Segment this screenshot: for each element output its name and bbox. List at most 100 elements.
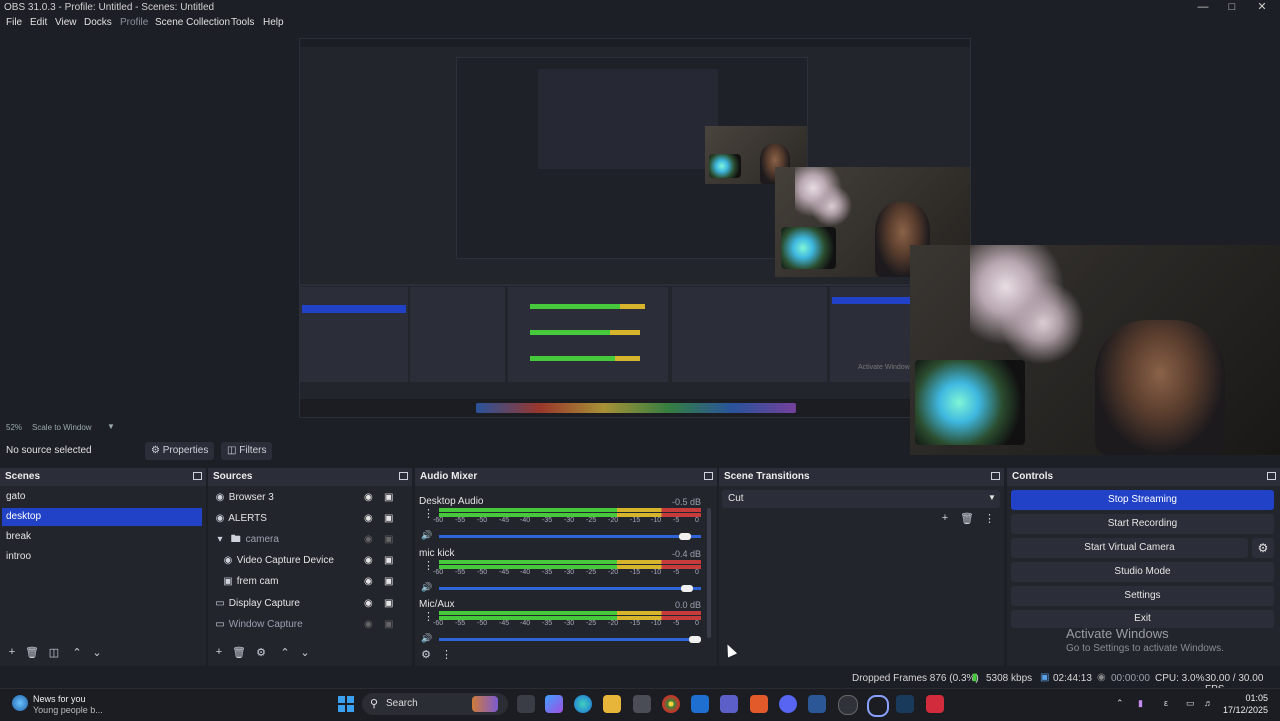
add-transition-icon[interactable]: + [938, 512, 952, 524]
source-row[interactable]: ▭ Display Capture ◉ ▣ [214, 595, 404, 613]
stop-streaming-button[interactable]: Stop Streaming [1011, 490, 1274, 510]
file-explorer-icon[interactable] [603, 695, 621, 713]
eye-off-icon[interactable]: ◉ [364, 531, 373, 549]
menu-file[interactable]: File [6, 17, 22, 28]
news-icon[interactable] [12, 695, 28, 711]
menu-tools[interactable]: Tools [231, 17, 254, 28]
add-source-icon[interactable]: + [212, 646, 226, 658]
lock-icon[interactable]: ▣ [384, 552, 393, 570]
undock-icon[interactable] [193, 472, 202, 480]
eye-icon[interactable]: ◉ [364, 552, 373, 570]
taskbar-search[interactable]: ⚲ Search [362, 693, 508, 715]
undock-icon[interactable] [1267, 472, 1276, 480]
volume-slider-handle[interactable] [689, 636, 701, 643]
start-virtual-camera-button[interactable]: Start Virtual Camera [1011, 538, 1248, 558]
news-title[interactable]: News for you [33, 694, 86, 704]
volume-slider-handle[interactable] [681, 585, 693, 592]
eye-icon[interactable]: ◉ [364, 573, 373, 591]
clock-date[interactable]: 17/12/2025 [1222, 705, 1268, 715]
menu-profile[interactable]: Profile [120, 17, 148, 28]
copilot-icon[interactable] [545, 695, 563, 713]
volume-slider-handle[interactable] [679, 533, 691, 540]
chrome-icon[interactable] [662, 695, 680, 713]
chevron-down-icon[interactable]: ▾ [214, 531, 226, 549]
mic-icon[interactable]: ▮ [1138, 698, 1143, 709]
arrow-up-icon[interactable]: ⌃ [278, 646, 292, 659]
gear-icon[interactable]: ⚙ [1252, 538, 1274, 558]
trash-icon[interactable]: 🗑 [25, 646, 39, 659]
menu-dots-icon[interactable]: ⋮ [984, 512, 995, 525]
arrow-up-icon[interactable]: ⌃ [70, 646, 84, 659]
undock-icon[interactable] [399, 472, 408, 480]
volume-icon[interactable]: ♬ [1204, 698, 1213, 708]
menu-view[interactable]: View [55, 17, 77, 28]
arrow-down-icon[interactable]: ⌄ [90, 646, 104, 659]
network-icon[interactable]: ▭ [1186, 698, 1195, 709]
lock-icon[interactable]: ▣ [384, 595, 393, 613]
menu-help[interactable]: Help [263, 17, 284, 28]
speaker-icon[interactable]: 🔊 [421, 530, 433, 541]
transition-select[interactable]: Cut ▼ [722, 490, 1000, 508]
mixer-scrollbar[interactable] [707, 508, 711, 638]
settings-button[interactable]: Settings [1011, 586, 1274, 606]
start-recording-button[interactable]: Start Recording [1011, 514, 1274, 534]
volume-slider[interactable] [439, 535, 701, 538]
source-row-group[interactable]: ▾ 🖿 camera ◉ ▣ [214, 531, 404, 549]
scene-item-desktop[interactable]: desktop [2, 508, 202, 526]
chevron-down-icon[interactable]: ▼ [107, 422, 115, 431]
trash-icon[interactable]: 🗑 [232, 646, 246, 659]
lock-icon[interactable]: ▣ [384, 616, 393, 634]
menu-edit[interactable]: Edit [30, 17, 47, 28]
scene-item-gato[interactable]: gato [2, 488, 202, 506]
teams-icon[interactable] [720, 695, 738, 713]
volume-slider[interactable] [439, 638, 701, 641]
properties-button[interactable]: ⚙ Properties [145, 442, 215, 460]
gear-icon[interactable]: ⚙ [419, 648, 433, 661]
scale-mode-select[interactable]: Scale to Window [32, 423, 92, 432]
gear-icon[interactable]: ⚙ [254, 646, 268, 659]
menu-dots-icon[interactable]: ⋮ [441, 648, 452, 661]
obs-icon[interactable] [838, 695, 858, 715]
store-icon[interactable] [633, 695, 651, 713]
lock-icon[interactable]: ▣ [384, 573, 393, 591]
menu-dots-icon[interactable]: ⋮ [423, 507, 434, 520]
menu-dots-icon[interactable]: ⋮ [423, 559, 434, 572]
maximize-icon[interactable]: □ [1217, 0, 1247, 16]
eye-icon[interactable]: ◉ [364, 510, 373, 528]
outlook-icon[interactable] [691, 695, 709, 713]
menu-dots-icon[interactable]: ⋮ [423, 610, 434, 623]
steam-icon[interactable] [896, 695, 914, 713]
source-row[interactable]: ▣ frem cam ◉ ▣ [222, 573, 404, 591]
studio-mode-button[interactable]: Studio Mode [1011, 562, 1274, 582]
source-row[interactable]: ◉ Video Capture Device ◉ ▣ [222, 552, 404, 570]
task-view-icon[interactable] [517, 695, 535, 713]
brave-icon[interactable] [750, 695, 768, 713]
edge-icon[interactable] [574, 695, 592, 713]
eye-icon[interactable]: ◉ [364, 595, 373, 613]
speaker-icon[interactable]: 🔊 [421, 633, 433, 644]
volume-slider[interactable] [439, 587, 701, 590]
lock-icon[interactable]: ▣ [384, 531, 393, 549]
trash-icon[interactable]: 🗑 [960, 512, 974, 525]
scene-item-break[interactable]: break [2, 528, 202, 546]
source-row[interactable]: ◉ Browser 3 ◉ ▣ [214, 489, 404, 507]
add-scene-icon[interactable]: + [5, 646, 19, 658]
arrow-down-icon[interactable]: ⌄ [298, 646, 312, 659]
close-icon[interactable]: ✕ [1247, 0, 1277, 16]
minimize-icon[interactable]: — [1188, 0, 1218, 16]
source-row[interactable]: ◉ ALERTS ◉ ▣ [214, 510, 404, 528]
speaker-icon[interactable]: 🔊 [421, 582, 433, 593]
app-red-icon[interactable] [926, 695, 944, 713]
windows-start-icon[interactable] [338, 696, 354, 712]
discord-icon[interactable] [779, 695, 797, 713]
source-row[interactable]: ▭ Window Capture ◉ ▣ [214, 616, 404, 634]
app-icon[interactable] [867, 695, 889, 717]
lock-icon[interactable]: ▣ [384, 510, 393, 528]
eye-icon[interactable]: ◉ [364, 489, 373, 507]
word-icon[interactable] [808, 695, 826, 713]
tray-chevron-icon[interactable]: ⌃ [1116, 698, 1124, 709]
filters-button[interactable]: ◫ Filters [221, 442, 273, 460]
menu-docks[interactable]: Docks [84, 17, 112, 28]
eye-off-icon[interactable]: ◉ [364, 616, 373, 634]
lock-icon[interactable]: ▣ [384, 489, 393, 507]
